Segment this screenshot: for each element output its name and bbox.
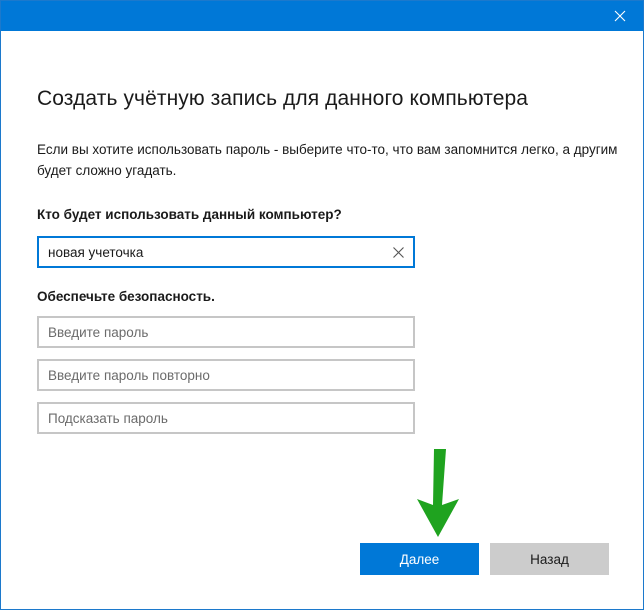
clear-x-icon[interactable] (383, 238, 413, 266)
security-label: Обеспечьте безопасность. (37, 289, 215, 304)
password-hint-field[interactable]: Подсказать пароль (37, 402, 415, 434)
username-label: Кто будет использовать данный компьютер? (37, 207, 342, 222)
page-title: Создать учётную запись для данного компь… (37, 87, 529, 110)
green-down-arrow-icon (417, 449, 459, 537)
password-hint-placeholder: Подсказать пароль (48, 410, 168, 426)
back-button[interactable]: Назад (490, 543, 609, 575)
password-repeat-placeholder: Введите пароль повторно (48, 367, 210, 383)
close-button[interactable] (597, 1, 643, 31)
password-placeholder: Введите пароль (48, 324, 149, 340)
password-repeat-field[interactable]: Введите пароль повторно (37, 359, 415, 391)
next-button[interactable]: Далее (360, 543, 479, 575)
title-bar[interactable] (1, 1, 643, 31)
password-field[interactable]: Введите пароль (37, 316, 415, 348)
username-value: новая учеточка (48, 244, 144, 260)
description-text: Если вы хотите использовать пароль - выб… (37, 142, 618, 178)
create-account-dialog: Создать учётную запись для данного компь… (0, 0, 644, 610)
username-field[interactable]: новая учеточка (37, 236, 415, 268)
close-icon (614, 10, 626, 22)
